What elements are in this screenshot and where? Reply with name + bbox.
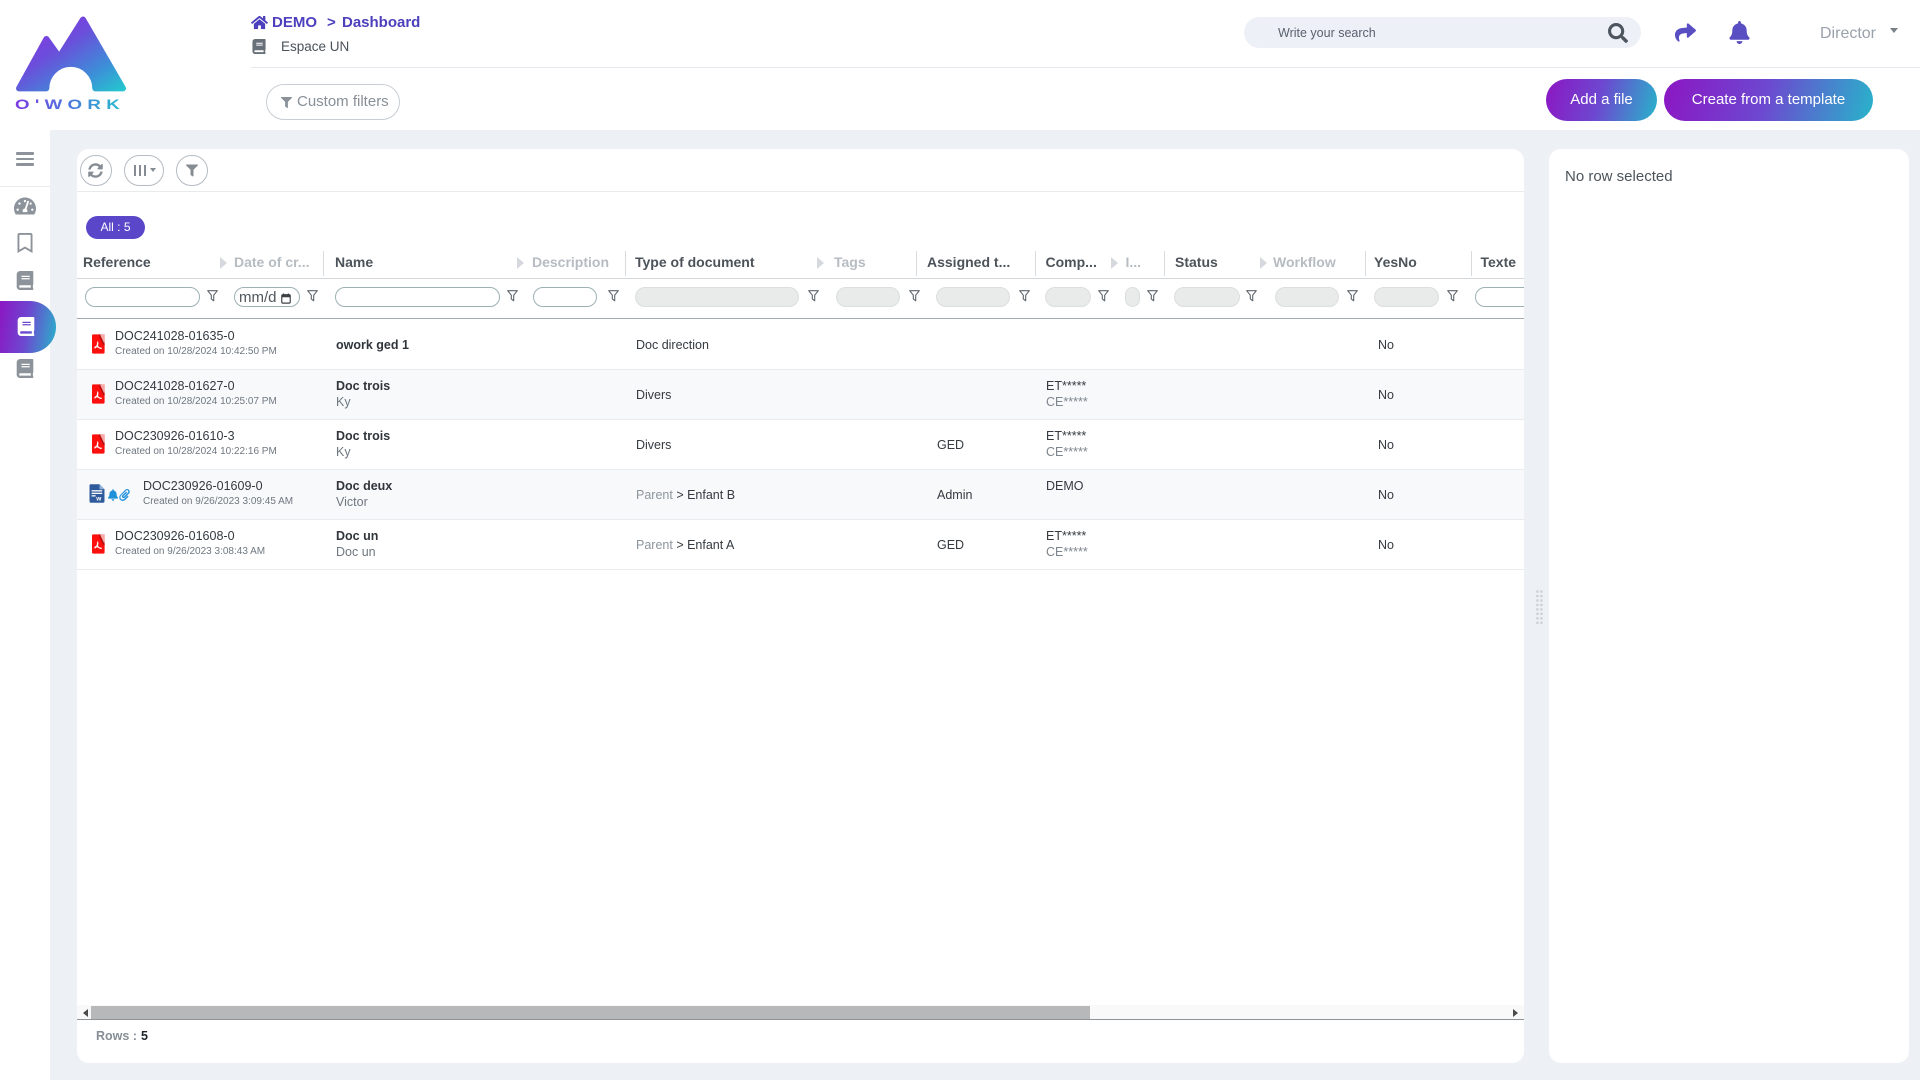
svg-text:w: w — [95, 496, 102, 503]
svg-text:O'WORK: O'WORK — [15, 96, 125, 112]
